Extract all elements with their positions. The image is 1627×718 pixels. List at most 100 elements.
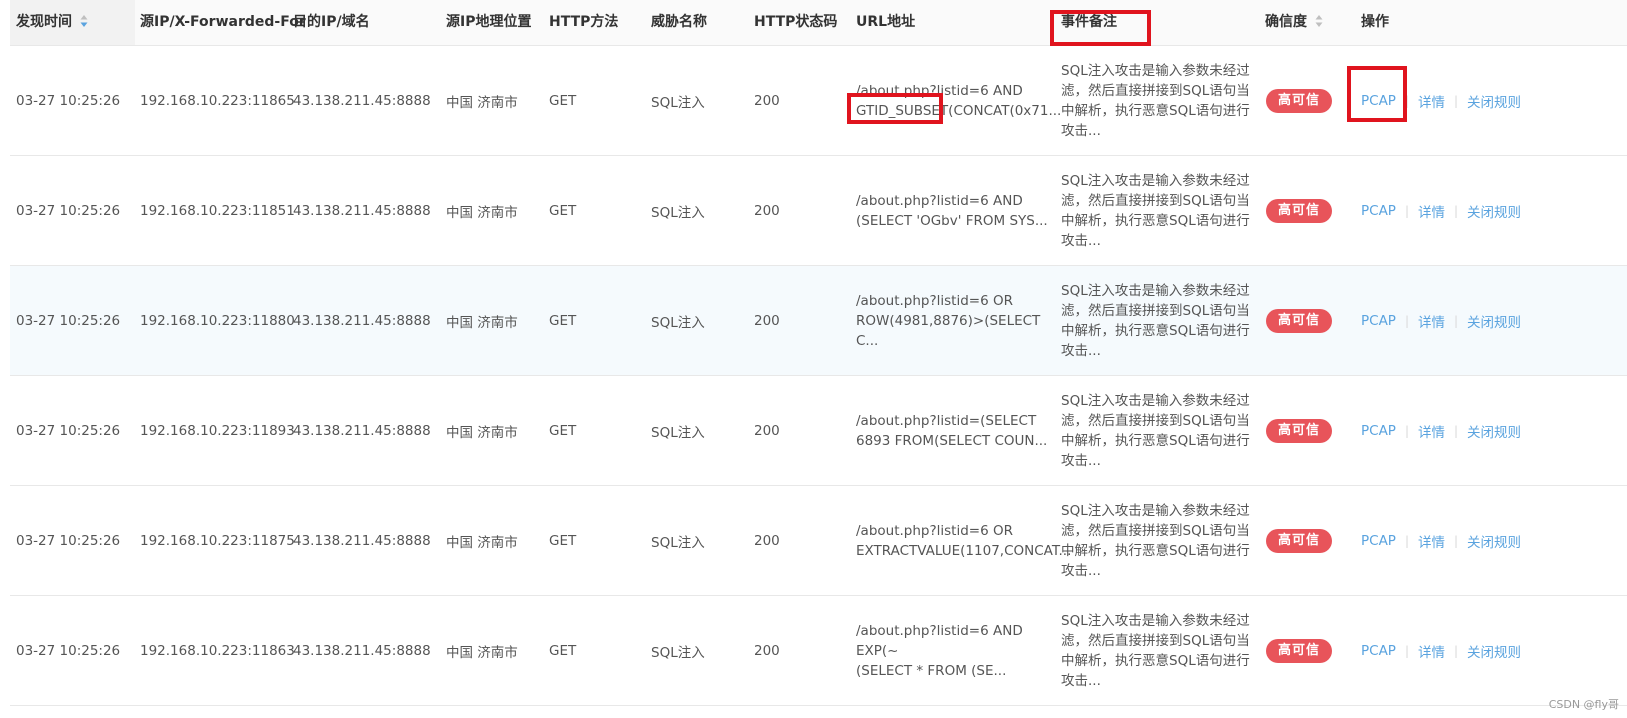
confidence-badge: 高可信 — [1266, 528, 1333, 553]
cell-url[interactable]: /about.php?listid=6 OR EXTRACTVALUE(1107… — [856, 486, 1071, 595]
header-time-label: 发现时间 — [16, 14, 72, 30]
cell-threat: SQL注入 — [651, 94, 705, 111]
confidence-badge: 高可信 — [1266, 418, 1333, 443]
pcap-link[interactable]: PCAP — [1361, 313, 1396, 329]
pcap-link[interactable]: PCAP — [1361, 93, 1396, 109]
header-dst-ip: 目的IP/域名 — [293, 14, 370, 30]
url-line: EXTRACTVALUE(1107,CONCAT... — [856, 542, 1072, 559]
table-row[interactable]: 03-27 10:25:26 192.168.10.223:11875 43.1… — [10, 486, 1627, 596]
cell-threat: SQL注入 — [651, 424, 705, 441]
cell-src-ip: 192.168.10.223:11865 — [140, 92, 295, 109]
note-line: 滤，然后直接拼接到SQL语句当 — [1061, 302, 1250, 319]
note-line: 攻击... — [1061, 452, 1101, 469]
cell-dst-ip: 43.138.211.45:8888 — [293, 532, 431, 549]
cell-note: SQL注入攻击是输入参数未经过 滤，然后直接拼接到SQL语句当 中解析，执行恶意SQ… — [1061, 486, 1261, 595]
confidence-badge: 高可信 — [1266, 198, 1333, 223]
close-rule-link[interactable]: 关闭规则 — [1467, 531, 1521, 551]
close-rule-link[interactable]: 关闭规则 — [1467, 421, 1521, 441]
url-line: /about.php?listid=6 OR — [856, 292, 1013, 309]
note-line: 滤，然后直接拼接到SQL语句当 — [1061, 522, 1250, 539]
cell-time: 03-27 10:25:26 — [16, 532, 121, 549]
table-row[interactable]: 03-27 10:25:26 192.168.10.223:11880 43.1… — [10, 266, 1627, 376]
detail-link[interactable]: 详情 — [1418, 311, 1445, 331]
pcap-link[interactable]: PCAP — [1361, 643, 1396, 659]
action-divider: | — [1454, 203, 1459, 218]
cell-time: 03-27 10:25:26 — [16, 642, 121, 659]
table-row[interactable]: 03-27 10:25:26 192.168.10.223:11863 43.1… — [10, 596, 1627, 706]
close-rule-link[interactable]: 关闭规则 — [1467, 311, 1521, 331]
sort-icon[interactable] — [1315, 14, 1323, 28]
action-divider: | — [1454, 423, 1459, 438]
pcap-link[interactable]: PCAP — [1361, 203, 1396, 219]
detail-link[interactable]: 详情 — [1418, 641, 1445, 661]
detail-link[interactable]: 详情 — [1418, 201, 1445, 221]
header-time[interactable]: 发现时间 — [16, 0, 88, 45]
cell-threat: SQL注入 — [651, 204, 705, 221]
close-rule-link[interactable]: 关闭规则 — [1467, 201, 1521, 221]
cell-note: SQL注入攻击是输入参数未经过 滤，然后直接拼接到SQL语句当 中解析，执行恶意SQ… — [1061, 266, 1261, 375]
url-line: (SELECT * FROM (SE... — [856, 662, 1007, 679]
note-line: 滤，然后直接拼接到SQL语句当 — [1061, 82, 1250, 99]
action-divider: | — [1404, 533, 1409, 548]
close-rule-link[interactable]: 关闭规则 — [1467, 641, 1521, 661]
note-line: 中解析，执行恶意SQL语句进行 — [1061, 212, 1250, 229]
note-line: SQL注入攻击是输入参数未经过 — [1061, 502, 1250, 519]
note-line: SQL注入攻击是输入参数未经过 — [1061, 612, 1250, 629]
cell-src-ip: 192.168.10.223:11893 — [140, 422, 295, 439]
cell-url[interactable]: /about.php?listid=(SELECT 6893 FROM(SELE… — [856, 376, 1056, 485]
cell-time: 03-27 10:25:26 — [16, 92, 121, 109]
url-line: /about.php?listid=6 AND — [856, 82, 1023, 99]
cell-src-ip: 192.168.10.223:11880 — [140, 312, 295, 329]
cell-geo: 中国 济南市 — [446, 644, 518, 661]
detail-link[interactable]: 详情 — [1418, 91, 1445, 111]
note-line: SQL注入攻击是输入参数未经过 — [1061, 392, 1250, 409]
cell-note: SQL注入攻击是输入参数未经过 滤，然后直接拼接到SQL语句当 中解析，执行恶意SQ… — [1061, 376, 1261, 485]
header-threat: 威胁名称 — [651, 14, 707, 30]
cell-threat: SQL注入 — [651, 314, 705, 331]
action-divider: | — [1454, 313, 1459, 328]
detail-link[interactable]: 详情 — [1418, 531, 1445, 551]
cell-url[interactable]: /about.php?listid=6 AND EXP(~ (SELECT * … — [856, 596, 1056, 705]
table-row[interactable]: 03-27 10:25:26 192.168.10.223:11851 43.1… — [10, 156, 1627, 266]
action-divider: | — [1404, 313, 1409, 328]
note-line: 滤，然后直接拼接到SQL语句当 — [1061, 192, 1250, 209]
note-line: 滤，然后直接拼接到SQL语句当 — [1061, 632, 1250, 649]
cell-url[interactable]: /about.php?listid=6 AND GTID_SUBSET(CONC… — [856, 46, 1061, 155]
url-line: /about.php?listid=(SELECT — [856, 412, 1037, 429]
table-row[interactable]: 03-27 10:25:26 192.168.10.223:11865 43.1… — [10, 46, 1627, 156]
cell-confidence: 高可信 — [1266, 486, 1333, 595]
header-confidence[interactable]: 确信度 — [1265, 0, 1323, 45]
action-divider: | — [1454, 533, 1459, 548]
note-line: 中解析，执行恶意SQL语句进行 — [1061, 322, 1250, 339]
cell-dst-ip: 43.138.211.45:8888 — [293, 312, 431, 329]
cell-time: 03-27 10:25:26 — [16, 202, 121, 219]
cell-status: 200 — [754, 422, 780, 439]
cell-time: 03-27 10:25:26 — [16, 422, 121, 439]
detail-link[interactable]: 详情 — [1418, 421, 1445, 441]
cell-confidence: 高可信 — [1266, 156, 1333, 265]
pcap-link[interactable]: PCAP — [1361, 533, 1396, 549]
cell-note: SQL注入攻击是输入参数未经过 滤，然后直接拼接到SQL语句当 中解析，执行恶意SQ… — [1061, 156, 1261, 265]
cell-confidence: 高可信 — [1266, 376, 1333, 485]
header-src-ip: 源IP/X-Forwarded-For — [140, 14, 306, 30]
action-divider: | — [1404, 643, 1409, 658]
cell-url[interactable]: /about.php?listid=6 AND (SELECT 'OGbv' F… — [856, 156, 1056, 265]
header-method: HTTP方法 — [549, 14, 619, 30]
cell-geo: 中国 济南市 — [446, 314, 518, 331]
cell-url[interactable]: /about.php?listid=6 OR ROW(4981,8876)>(S… — [856, 266, 1056, 375]
cell-threat: SQL注入 — [651, 534, 705, 551]
confidence-badge: 高可信 — [1266, 638, 1333, 663]
cell-dst-ip: 43.138.211.45:8888 — [293, 642, 431, 659]
url-line: /about.php?listid=6 OR — [856, 522, 1013, 539]
header-status: HTTP状态码 — [754, 14, 838, 30]
close-rule-link[interactable]: 关闭规则 — [1467, 91, 1521, 111]
events-table: 发现时间 源IP/X-Forwarded-For 目的IP/域名 源IP地理位置… — [10, 0, 1627, 706]
action-divider: | — [1454, 93, 1459, 108]
url-line: 6893 FROM(SELECT COUN... — [856, 432, 1048, 449]
pcap-link[interactable]: PCAP — [1361, 423, 1396, 439]
sort-icon[interactable] — [80, 14, 88, 28]
note-line: 攻击... — [1061, 562, 1101, 579]
table-row[interactable]: 03-27 10:25:26 192.168.10.223:11893 43.1… — [10, 376, 1627, 486]
cell-actions: PCAP | 详情 | 关闭规则 — [1361, 376, 1521, 485]
confidence-badge: 高可信 — [1266, 308, 1333, 333]
